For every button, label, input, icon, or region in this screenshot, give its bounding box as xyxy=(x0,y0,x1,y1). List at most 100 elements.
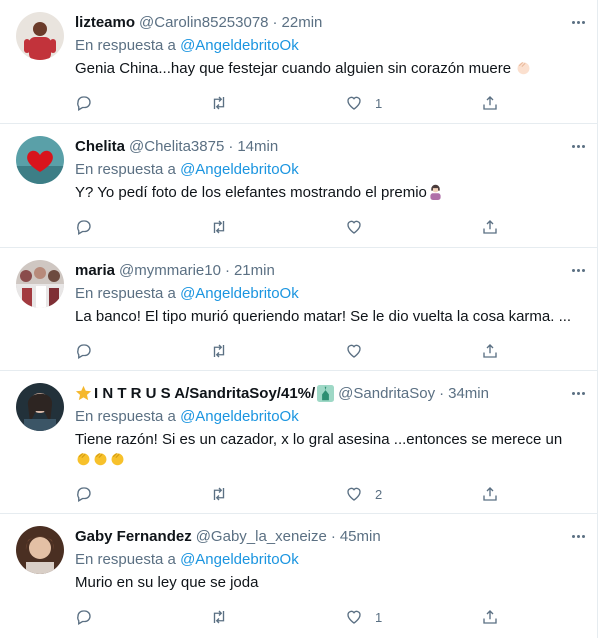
separator: · xyxy=(272,13,278,31)
like-button[interactable]: 1 xyxy=(345,607,382,627)
mention-link[interactable]: @AngeldebritoOk xyxy=(180,161,299,178)
reply-prefix: En respuesta a xyxy=(75,408,176,425)
reply-button[interactable] xyxy=(75,217,105,237)
like-button[interactable] xyxy=(345,217,375,237)
more-icon[interactable] xyxy=(572,528,585,544)
more-icon[interactable] xyxy=(572,14,585,30)
tweet-header: Chelita @Chelita3875 · 14min xyxy=(75,134,585,158)
share-button[interactable] xyxy=(481,217,499,237)
retweet-button[interactable] xyxy=(210,341,240,361)
replies-feed: lizteamo @Carolin85253078 · 22min En res… xyxy=(0,0,598,638)
tweet[interactable]: Chelita @Chelita3875 · 14min En respuest… xyxy=(0,124,597,248)
user-handle[interactable]: @mymmarie10 xyxy=(119,262,221,279)
tweet-header: lizteamo @Carolin85253078 · 22min xyxy=(75,10,585,34)
more-icon[interactable] xyxy=(572,138,585,154)
mention-link[interactable]: @AngeldebritoOk xyxy=(180,408,299,425)
tweet-header: I N T R U S A/SandritaSoy/41%/ @Sandrita… xyxy=(75,381,585,405)
tweet-text: Genia China...hay que festejar cuando al… xyxy=(75,59,585,79)
reply-prefix: En respuesta a xyxy=(75,551,176,568)
timestamp[interactable]: 22min xyxy=(282,14,323,31)
avatar[interactable] xyxy=(16,260,64,308)
like-count: 2 xyxy=(375,486,383,502)
retweet-button[interactable] xyxy=(210,217,240,237)
separator: · xyxy=(330,527,336,545)
statue-of-liberty-icon xyxy=(317,384,335,402)
tweet[interactable]: lizteamo @Carolin85253078 · 22min En res… xyxy=(0,0,597,124)
timestamp[interactable]: 21min xyxy=(234,262,275,279)
clapping-hands-icon xyxy=(517,62,530,75)
reply-prefix: En respuesta a xyxy=(75,285,176,302)
reply-icon xyxy=(77,487,91,502)
reply-context: En respuesta a @AngeldebritoOk xyxy=(75,406,585,428)
like-button[interactable]: 2 xyxy=(345,484,382,504)
tweet[interactable]: Gaby Fernandez @Gaby_la_xeneize · 45min … xyxy=(0,514,597,638)
reply-context: En respuesta a @AngeldebritoOk xyxy=(75,549,585,571)
like-button[interactable]: 1 xyxy=(345,93,382,113)
user-handle[interactable]: @Gaby_la_xeneize xyxy=(196,528,327,545)
retweet-button[interactable] xyxy=(210,607,240,627)
more-icon[interactable] xyxy=(572,385,585,401)
tweet-text-content: La banco! El tipo murió queriendo matar!… xyxy=(75,308,572,325)
share-icon xyxy=(483,220,497,234)
share-button[interactable] xyxy=(481,341,499,361)
person-tipping-hand-icon xyxy=(430,184,441,200)
clapping-hands-icon xyxy=(77,453,90,466)
display-name[interactable]: Chelita xyxy=(75,138,125,155)
reply-icon xyxy=(77,610,91,625)
tweet-header: maria @mymmarie10 · 21min xyxy=(75,258,585,282)
share-button[interactable] xyxy=(481,607,499,627)
display-name[interactable]: Gaby Fernandez xyxy=(75,528,192,545)
display-name[interactable]: lizteamo xyxy=(75,14,135,31)
avatar[interactable] xyxy=(16,12,64,60)
separator: · xyxy=(439,384,445,402)
tweet-text: La banco! El tipo murió queriendo matar!… xyxy=(75,307,585,327)
retweet-icon xyxy=(213,344,225,358)
reply-prefix: En respuesta a xyxy=(75,161,176,178)
retweet-icon xyxy=(213,610,225,624)
reply-button[interactable] xyxy=(75,93,105,113)
heart-icon xyxy=(347,344,361,358)
avatar[interactable] xyxy=(16,136,64,184)
retweet-icon xyxy=(213,220,225,234)
share-icon xyxy=(483,487,497,501)
retweet-button[interactable] xyxy=(210,484,240,504)
tweet[interactable]: I N T R U S A/SandritaSoy/41%/ @Sandrita… xyxy=(0,371,597,514)
share-button[interactable] xyxy=(481,93,499,113)
mention-link[interactable]: @AngeldebritoOk xyxy=(180,285,299,302)
heart-icon xyxy=(347,220,361,234)
display-name[interactable]: maria xyxy=(75,262,115,279)
tweet-header: Gaby Fernandez @Gaby_la_xeneize · 45min xyxy=(75,524,585,548)
reply-context: En respuesta a @AngeldebritoOk xyxy=(75,35,585,57)
heart-icon xyxy=(347,96,361,110)
more-icon[interactable] xyxy=(572,262,585,278)
heart-icon xyxy=(347,487,361,501)
retweet-button[interactable] xyxy=(210,93,240,113)
reply-icon xyxy=(77,96,91,111)
tweet[interactable]: maria @mymmarie10 · 21min En respuesta a… xyxy=(0,248,597,371)
reply-button[interactable] xyxy=(75,341,105,361)
tweet-text: Y? Yo pedí foto de los elefantes mostran… xyxy=(75,183,585,203)
reply-icon xyxy=(77,220,91,235)
user-handle[interactable]: @Chelita3875 xyxy=(129,138,224,155)
reply-icon xyxy=(77,344,91,359)
reply-button[interactable] xyxy=(75,607,105,627)
heart-icon xyxy=(347,610,361,624)
avatar[interactable] xyxy=(16,526,64,574)
timestamp[interactable]: 14min xyxy=(237,138,278,155)
user-handle[interactable]: @Carolin85253078 xyxy=(139,14,269,31)
reply-button[interactable] xyxy=(75,484,105,504)
share-button[interactable] xyxy=(481,484,499,504)
avatar[interactable] xyxy=(16,383,64,431)
separator: · xyxy=(224,261,230,279)
reply-prefix: En respuesta a xyxy=(75,37,176,54)
timestamp[interactable]: 45min xyxy=(340,528,381,545)
like-count: 1 xyxy=(375,609,383,625)
user-handle[interactable]: @SandritaSoy xyxy=(338,385,435,402)
mention-link[interactable]: @AngeldebritoOk xyxy=(180,37,299,54)
mention-link[interactable]: @AngeldebritoOk xyxy=(180,551,299,568)
display-name[interactable]: I N T R U S A/SandritaSoy/41%/ xyxy=(94,385,315,402)
timestamp[interactable]: 34min xyxy=(448,385,489,402)
tweet-text-content: Genia China...hay que festejar cuando al… xyxy=(75,60,512,77)
tweet-text-content: Murio en su ley que se joda xyxy=(75,574,259,591)
like-button[interactable] xyxy=(345,341,375,361)
